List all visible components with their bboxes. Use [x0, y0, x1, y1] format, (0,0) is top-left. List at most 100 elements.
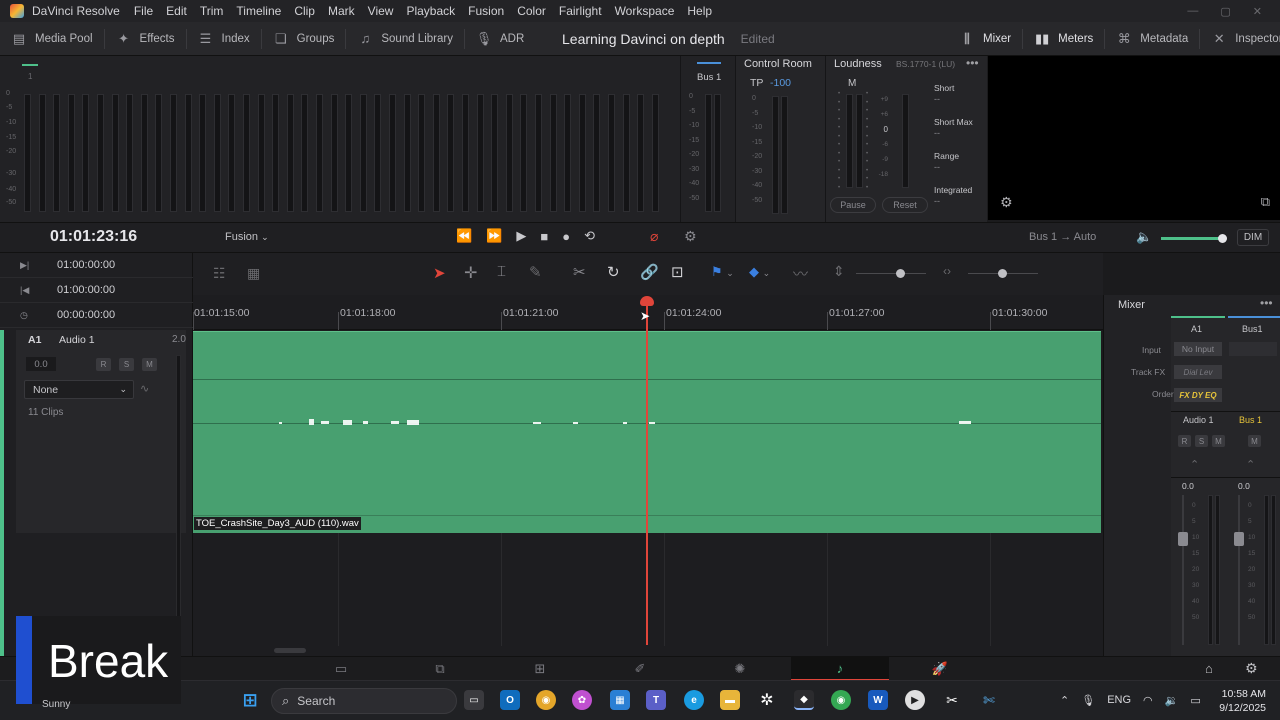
- a1-fader-knob[interactable]: [1178, 532, 1188, 546]
- in-point-timecode[interactable]: 01:00:00:00: [57, 259, 115, 271]
- groups-button[interactable]: ❏ Groups: [262, 22, 346, 56]
- menu-edit[interactable]: Edit: [166, 4, 187, 18]
- copilot-icon[interactable]: ✿: [572, 690, 592, 710]
- track-select-dropdown[interactable]: Fusion ⌄: [225, 231, 269, 243]
- chrome-icon[interactable]: ◉: [536, 690, 556, 710]
- track-input-dropdown[interactable]: None ⌄: [24, 380, 134, 399]
- mixer-options-icon[interactable]: •••: [1260, 296, 1273, 310]
- battery-icon[interactable]: ▭: [1190, 694, 1200, 707]
- horizontal-zoom-icon[interactable]: ‹›: [943, 264, 951, 278]
- media-page-icon[interactable]: ▭: [292, 657, 390, 681]
- menu-mark[interactable]: Mark: [328, 4, 355, 18]
- effects-button[interactable]: ✦ Effects: [105, 22, 186, 56]
- viewer-settings-icon[interactable]: ⚙: [1000, 194, 1013, 211]
- bus-gain[interactable]: 0.0: [1238, 481, 1250, 491]
- menu-color[interactable]: Color: [517, 4, 546, 18]
- edit-page-icon[interactable]: ⊞: [491, 657, 589, 681]
- taskbar-search[interactable]: ⌕ Search: [271, 688, 457, 714]
- minimize-icon[interactable]: —: [1187, 5, 1198, 18]
- empty-track-area[interactable]: [193, 533, 1103, 656]
- solo-button[interactable]: S: [119, 358, 134, 371]
- fusion-page-icon[interactable]: ✐: [591, 657, 689, 681]
- menu-workspace[interactable]: Workspace: [615, 4, 675, 18]
- home-icon[interactable]: ⌂: [1205, 661, 1213, 676]
- viewer-window-icon[interactable]: ⧉: [1261, 194, 1270, 210]
- edge-icon[interactable]: e: [684, 690, 704, 710]
- inspector-button[interactable]: ✕ Inspector: [1200, 22, 1280, 56]
- sound-library-button[interactable]: ♫ Sound Library: [346, 22, 464, 56]
- track-volume[interactable]: 0.0: [26, 357, 56, 371]
- flag-icon[interactable]: ⚑ ⌄: [711, 264, 734, 280]
- tray-chevron-up-icon[interactable]: ⌃: [1060, 694, 1069, 707]
- punch-in-icon[interactable]: ⌀: [650, 228, 658, 245]
- input-select[interactable]: No Input: [1174, 342, 1222, 356]
- mute-button[interactable]: M: [142, 358, 157, 371]
- mixer-mute-button[interactable]: M: [1212, 435, 1225, 447]
- playhead-handle[interactable]: [640, 296, 654, 306]
- bus-mute-button[interactable]: M: [1248, 435, 1261, 447]
- taskbar-clock[interactable]: 10:58 AM 9/12/2025: [1218, 687, 1266, 715]
- bus-pan-icon[interactable]: ⌃: [1246, 458, 1255, 471]
- rewind-icon[interactable]: ⏪: [456, 228, 472, 244]
- vertical-zoom-icon[interactable]: ⇕: [833, 263, 845, 280]
- menu-timeline[interactable]: Timeline: [236, 4, 281, 18]
- a1-gain[interactable]: 0.0: [1182, 481, 1194, 491]
- snipping-tool-icon[interactable]: ✄: [979, 690, 999, 710]
- store-icon[interactable]: ▦: [610, 690, 630, 710]
- loudness-reset-button[interactable]: Reset: [882, 197, 928, 213]
- track-list-icon[interactable]: ☷: [213, 265, 226, 282]
- media-pool-button[interactable]: ▤ Media Pool: [0, 22, 104, 56]
- pencil-tool-icon[interactable]: ✎: [529, 263, 542, 281]
- record-icon[interactable]: ●: [562, 229, 570, 244]
- record-arm-button[interactable]: R: [96, 358, 111, 371]
- cut-page-icon[interactable]: ⧉: [391, 657, 489, 681]
- teams-icon[interactable]: T: [646, 690, 666, 710]
- menu-file[interactable]: File: [134, 4, 153, 18]
- settings-gear-icon[interactable]: ⚙: [1245, 660, 1258, 677]
- bus-input-select[interactable]: [1229, 342, 1277, 356]
- track-fx-slot[interactable]: Dial Lev: [1174, 365, 1222, 379]
- chatgpt-icon[interactable]: ✲: [757, 690, 777, 710]
- davinci-resolve-icon[interactable]: ◆: [794, 690, 814, 710]
- task-view-icon[interactable]: ▭: [464, 690, 484, 710]
- trim-tool-icon[interactable]: ⌶: [497, 263, 506, 280]
- a1-fader-track[interactable]: [1182, 495, 1184, 645]
- volume-slider-knob[interactable]: [1217, 234, 1227, 243]
- input-language[interactable]: ENG: [1107, 694, 1131, 706]
- maximize-icon[interactable]: ▢: [1220, 5, 1230, 18]
- dim-button[interactable]: DIM: [1237, 229, 1269, 246]
- range-selection-icon[interactable]: ✛: [464, 263, 477, 283]
- mixer-button[interactable]: ⫼ Mixer: [948, 22, 1022, 56]
- grid-view-icon[interactable]: ▦: [247, 265, 260, 282]
- windows-start-icon[interactable]: ⊞: [240, 690, 260, 710]
- mixer-record-button[interactable]: R: [1178, 435, 1191, 447]
- vertical-zoom-knob[interactable]: [896, 269, 905, 278]
- track-name[interactable]: Audio 1: [59, 334, 95, 346]
- capcut-icon[interactable]: ✂: [942, 690, 962, 710]
- menu-clip[interactable]: Clip: [294, 4, 315, 18]
- audio-track-header[interactable]: A1 Audio 1 2.0 0.0 R S M None ⌄ ∿ 11 Cli…: [16, 330, 186, 533]
- horizontal-scrollbar[interactable]: [274, 648, 306, 653]
- fast-forward-icon[interactable]: ⏩: [486, 228, 502, 244]
- stop-icon[interactable]: ■: [540, 229, 548, 244]
- chrome-profile-icon[interactable]: ◉: [831, 690, 851, 710]
- meters-button[interactable]: ▮▮ Meters: [1023, 22, 1104, 56]
- selection-pointer-icon[interactable]: ➤: [433, 264, 446, 282]
- loop-icon[interactable]: ⟲: [584, 228, 595, 244]
- adr-button[interactable]: 🎙 ADR: [465, 22, 535, 56]
- word-icon[interactable]: W: [868, 690, 888, 710]
- bus-fader-track[interactable]: [1238, 495, 1240, 645]
- snapping-icon[interactable]: ↻: [607, 263, 620, 281]
- blade-scissors-icon[interactable]: ✂: [573, 263, 586, 281]
- horizontal-zoom-knob[interactable]: [998, 269, 1007, 278]
- a1-pan-icon[interactable]: ⌃: [1190, 458, 1199, 471]
- processing-order[interactable]: FX DY EQ: [1174, 388, 1222, 402]
- view-options-icon[interactable]: ⊡: [671, 263, 684, 281]
- menu-view[interactable]: View: [368, 4, 394, 18]
- loudness-options-icon[interactable]: •••: [966, 56, 979, 70]
- index-button[interactable]: ☰ Index: [187, 22, 261, 56]
- video-viewer[interactable]: ⚙ ⧉: [988, 56, 1280, 220]
- deliver-page-icon[interactable]: 🚀: [891, 657, 989, 681]
- close-icon[interactable]: ✕: [1253, 5, 1262, 18]
- bus-fader-knob[interactable]: [1234, 532, 1244, 546]
